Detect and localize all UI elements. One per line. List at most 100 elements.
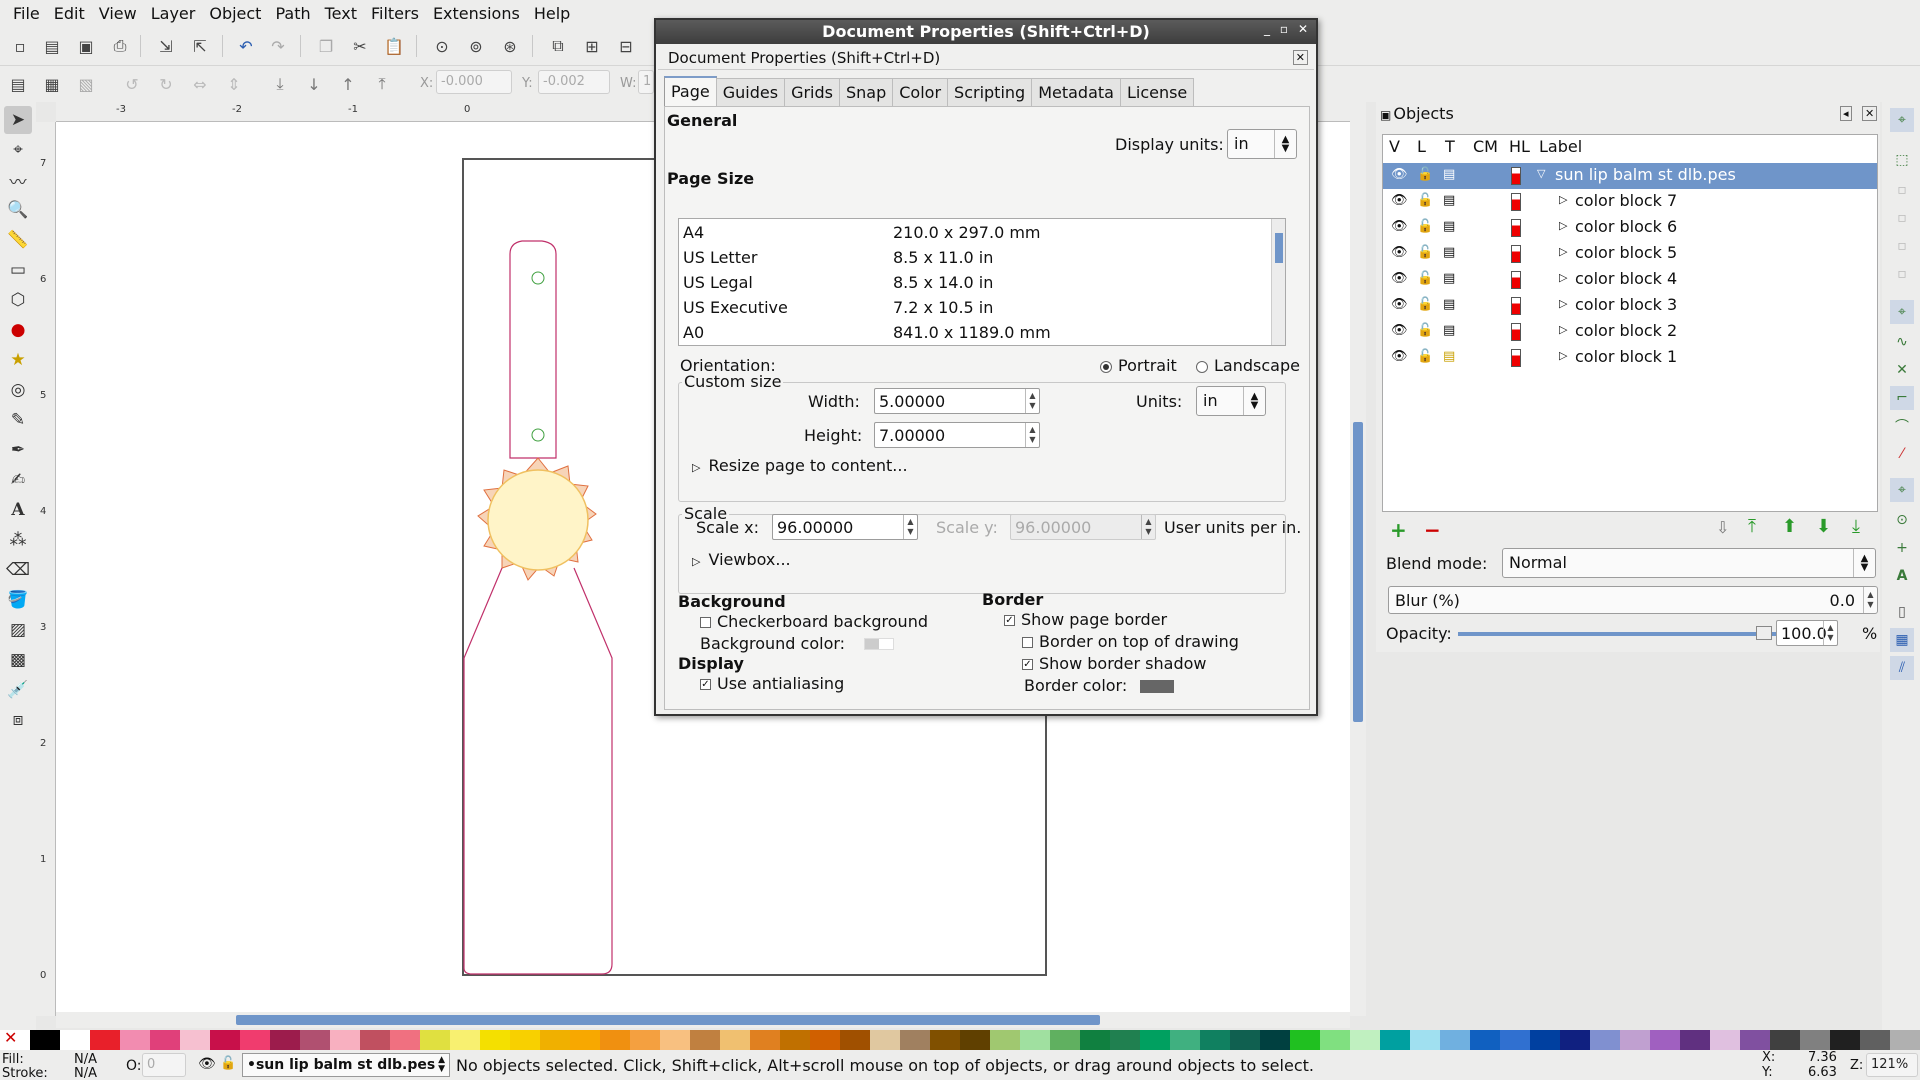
lower-icon[interactable]: ⬇ bbox=[1816, 516, 1831, 537]
eye-icon[interactable]: 👁 bbox=[1391, 167, 1408, 182]
palette-swatch[interactable] bbox=[1650, 1030, 1680, 1050]
eye-icon[interactable]: 👁 bbox=[1391, 349, 1408, 364]
lock-icon[interactable]: 🔓 bbox=[220, 1056, 236, 1071]
border-color-swatch[interactable] bbox=[1140, 680, 1174, 693]
flip-vertical-icon[interactable]: ⇕ bbox=[222, 72, 246, 96]
panel-menu-icon[interactable]: ◂ bbox=[1840, 106, 1852, 121]
lock-icon[interactable]: 🔓 bbox=[1417, 193, 1433, 208]
scroll-thumb[interactable] bbox=[236, 1015, 1100, 1025]
rotate-ccw-icon[interactable]: ↺ bbox=[120, 72, 144, 96]
scroll-thumb[interactable] bbox=[1275, 233, 1283, 263]
palette-swatch[interactable] bbox=[810, 1030, 840, 1050]
snap-center-icon[interactable]: ⊙ bbox=[1890, 508, 1914, 532]
border-on-top-checkbox[interactable]: Border on top of drawing bbox=[1022, 632, 1239, 651]
lower-bottom-icon[interactable]: ⤓ bbox=[268, 72, 292, 96]
highlight-color-icon[interactable] bbox=[1511, 167, 1521, 185]
duplicate-icon[interactable]: ⧉ bbox=[546, 34, 570, 58]
save-icon[interactable]: ▣ bbox=[74, 34, 98, 58]
snap-bbox-center-icon[interactable]: ▫ bbox=[1890, 262, 1914, 286]
none-swatch[interactable]: ✕ bbox=[0, 1028, 30, 1050]
snap-intersection-icon[interactable]: ✕ bbox=[1890, 358, 1914, 382]
palette-swatch[interactable] bbox=[510, 1030, 540, 1050]
group-icon[interactable]: ⊞ bbox=[580, 34, 604, 58]
list-item[interactable]: US Legal 8.5 x 14.0 in bbox=[683, 273, 993, 292]
snap-bbox-edge-icon[interactable]: ▫ bbox=[1890, 178, 1914, 202]
opacity-slider[interactable] bbox=[1458, 632, 1776, 636]
lock-icon[interactable]: 🔓 bbox=[1417, 323, 1433, 338]
menu-path[interactable]: Path bbox=[268, 4, 317, 23]
star-tool-icon[interactable]: ★ bbox=[4, 346, 32, 374]
portrait-radio[interactable]: Portrait bbox=[1100, 356, 1177, 375]
eye-icon[interactable]: 👁 bbox=[1391, 271, 1408, 286]
spin-icon[interactable]: ▲ ▼ bbox=[1823, 621, 1837, 645]
vertical-scrollbar[interactable] bbox=[1350, 102, 1366, 1016]
palette-swatch[interactable] bbox=[1800, 1030, 1830, 1050]
lock-icon[interactable]: 🔓 bbox=[1417, 349, 1433, 364]
palette-swatch[interactable] bbox=[630, 1030, 660, 1050]
highlight-color-icon[interactable] bbox=[1511, 271, 1521, 289]
w-input[interactable]: 1 bbox=[638, 70, 654, 94]
col-visible[interactable]: V bbox=[1389, 137, 1400, 156]
palette-swatch[interactable] bbox=[240, 1030, 270, 1050]
dropper-tool-icon[interactable]: 💉 bbox=[4, 676, 32, 704]
menu-view[interactable]: View bbox=[92, 4, 144, 23]
snap-enable-icon[interactable]: ⌖ bbox=[1890, 108, 1914, 132]
select-all-icon[interactable]: ▤ bbox=[6, 72, 30, 96]
palette-swatch[interactable] bbox=[120, 1030, 150, 1050]
deselect-icon[interactable]: ▧ bbox=[74, 72, 98, 96]
x-input[interactable]: -0.000 bbox=[436, 70, 512, 94]
antialias-checkbox[interactable]: ✓ Use antialiasing bbox=[700, 674, 844, 693]
close-panel-icon[interactable]: ✕ bbox=[1292, 50, 1308, 65]
snap-nodes-icon[interactable]: ⌖ bbox=[1890, 300, 1914, 324]
palette-swatch[interactable] bbox=[750, 1030, 780, 1050]
eye-icon[interactable]: 👁 bbox=[198, 1056, 216, 1072]
move-to-layer-icon[interactable]: ⇩ bbox=[1716, 518, 1729, 537]
list-item[interactable]: US Letter 8.5 x 11.0 in bbox=[683, 248, 993, 267]
spin-icon[interactable]: ▲ ▼ bbox=[903, 515, 917, 539]
chevron-right-icon[interactable]: ▷ bbox=[1559, 349, 1567, 362]
menu-layer[interactable]: Layer bbox=[144, 4, 203, 23]
palette-swatch[interactable] bbox=[870, 1030, 900, 1050]
palette-swatch[interactable] bbox=[1050, 1030, 1080, 1050]
chevron-right-icon[interactable]: ▷ bbox=[1559, 219, 1567, 232]
units-select[interactable]: in ▲ ▼ bbox=[1196, 386, 1266, 416]
chevron-right-icon[interactable]: ▷ bbox=[1559, 297, 1567, 310]
snap-text-baseline-icon[interactable]: A bbox=[1890, 564, 1914, 588]
palette-swatch[interactable] bbox=[420, 1030, 450, 1050]
palette-swatch[interactable] bbox=[990, 1030, 1020, 1050]
snap-bbox-icon[interactable]: ⬚ bbox=[1890, 148, 1914, 172]
export-icon[interactable]: ⇱ bbox=[188, 34, 212, 58]
palette-swatch[interactable] bbox=[330, 1030, 360, 1050]
tweak-tool-icon[interactable]: 〰 bbox=[4, 166, 32, 194]
palette-swatch[interactable] bbox=[1260, 1030, 1290, 1050]
close-panel-icon[interactable]: ✕ bbox=[1862, 106, 1878, 121]
palette-swatch[interactable] bbox=[1080, 1030, 1110, 1050]
opacity-short-input[interactable]: 0 bbox=[142, 1053, 186, 1077]
pencil-tool-icon[interactable]: ✎ bbox=[4, 406, 32, 434]
palette-swatch[interactable] bbox=[1320, 1030, 1350, 1050]
col-clipmask[interactable]: CM bbox=[1473, 137, 1498, 156]
landscape-radio[interactable]: Landscape bbox=[1196, 356, 1300, 375]
palette-swatch[interactable] bbox=[1590, 1030, 1620, 1050]
palette-swatch[interactable] bbox=[1770, 1030, 1800, 1050]
new-document-icon[interactable]: ▫ bbox=[8, 34, 32, 58]
opacity-slider-handle[interactable] bbox=[1756, 626, 1772, 640]
highlight-color-icon[interactable] bbox=[1511, 245, 1521, 263]
palette-swatch[interactable] bbox=[1410, 1030, 1440, 1050]
snap-rotation-icon[interactable]: + bbox=[1890, 536, 1914, 560]
palette-swatch[interactable] bbox=[1560, 1030, 1590, 1050]
palette-swatch[interactable] bbox=[1290, 1030, 1320, 1050]
highlight-color-icon[interactable] bbox=[1511, 193, 1521, 211]
tree-row[interactable]: 👁 🔓 ▤ ▽ sun lip balm st dlb.pes bbox=[1383, 163, 1877, 189]
spray-tool-icon[interactable]: ⁂ bbox=[4, 526, 32, 554]
display-units-select[interactable]: in ▲ ▼ bbox=[1227, 129, 1297, 159]
color-palette[interactable]: ✕ bbox=[0, 1028, 1920, 1050]
palette-swatch[interactable] bbox=[600, 1030, 630, 1050]
dialog-titlebar[interactable]: Document Properties (Shift+Ctrl+D) bbox=[656, 20, 1316, 44]
remove-layer-icon[interactable]: − bbox=[1424, 518, 1441, 542]
snap-path-icon[interactable]: ∿ bbox=[1890, 330, 1914, 354]
opacity-input[interactable]: 100.0 ▲ ▼ bbox=[1776, 620, 1838, 646]
select-all-layers-icon[interactable]: ▦ bbox=[40, 72, 64, 96]
palette-swatch[interactable] bbox=[540, 1030, 570, 1050]
palette-swatch[interactable] bbox=[360, 1030, 390, 1050]
